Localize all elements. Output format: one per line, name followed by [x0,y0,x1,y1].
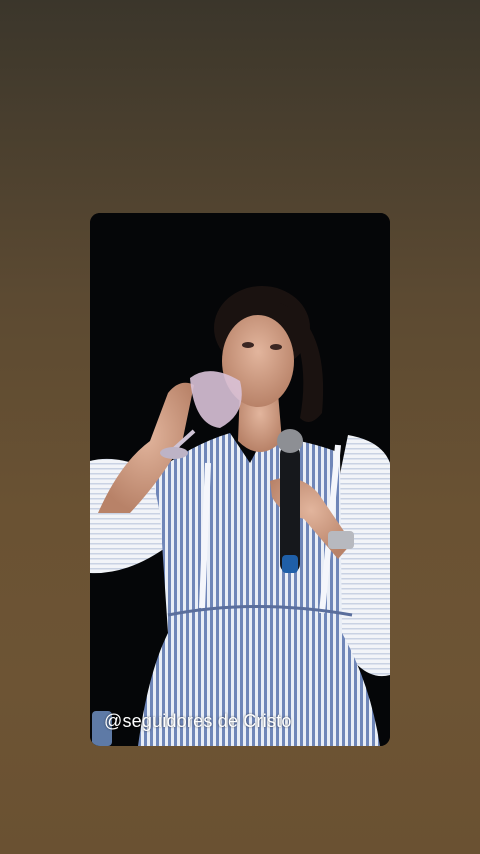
speaker-video-image [90,213,390,746]
watermark-handle: @seguidores de Cristo [104,711,292,731]
story-video-frame[interactable]: @seguidores de Cristo [90,213,390,746]
